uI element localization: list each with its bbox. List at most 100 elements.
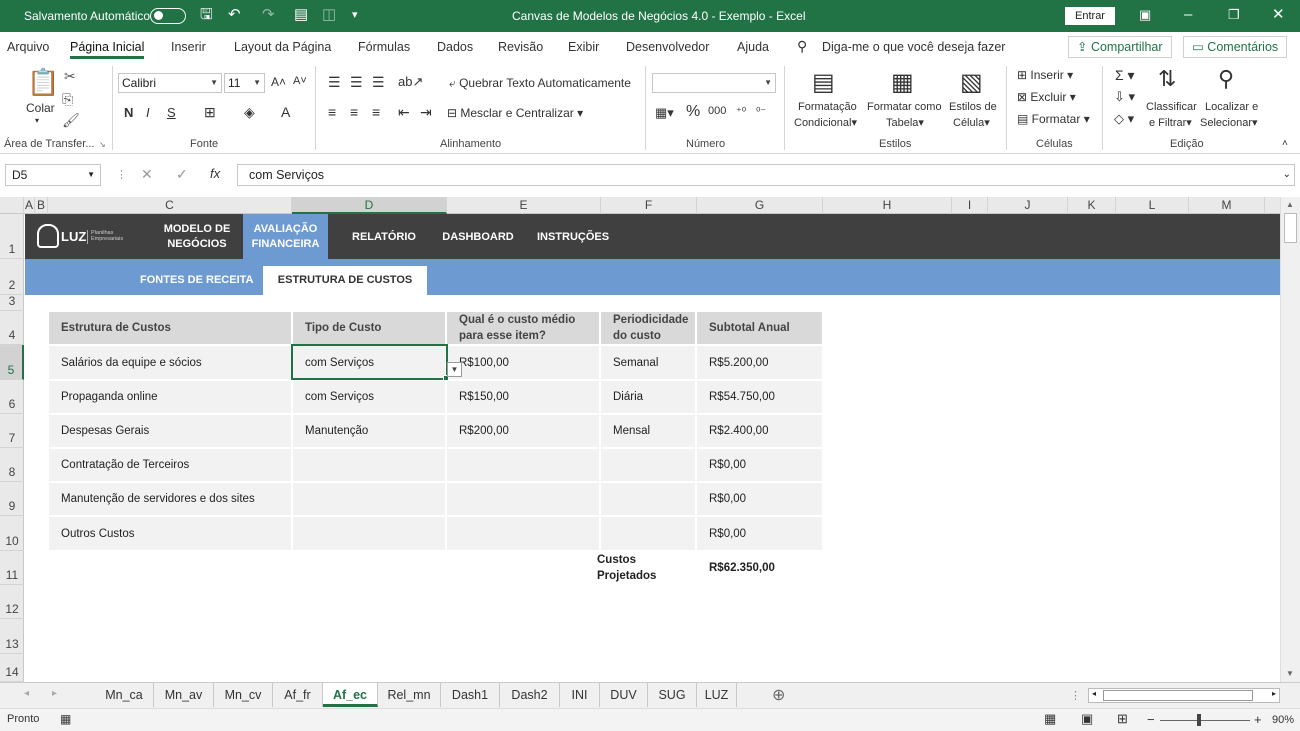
formula-input[interactable]: com Serviços ⌄: [237, 164, 1295, 186]
shrink-font-icon[interactable]: A˅: [293, 75, 307, 87]
periodicity-cell[interactable]: Diária: [601, 381, 695, 413]
enter-icon[interactable]: ✓: [176, 166, 188, 183]
collapse-ribbon-icon[interactable]: ˄: [1282, 138, 1288, 149]
new-sheet-icon[interactable]: ⊕: [772, 685, 785, 705]
name-box[interactable]: D5 ▼: [5, 164, 101, 186]
avg-cost-cell[interactable]: R$100,00: [447, 346, 599, 379]
font-name-combo[interactable]: Calibri ▼: [118, 73, 222, 93]
page-break-view-icon[interactable]: ⊞: [1117, 711, 1128, 727]
tab-ajuda[interactable]: Ajuda: [737, 40, 769, 54]
active-cell-d5[interactable]: [291, 344, 448, 380]
worksheet[interactable]: LUZ Planilhas Empresariais MODELO DE NEGÓ…: [25, 214, 1280, 682]
decrease-indent-icon[interactable]: ⇤: [398, 104, 410, 121]
insert-function-icon[interactable]: fx: [210, 166, 220, 181]
cost-type-cell[interactable]: [293, 449, 445, 481]
tab-exibir[interactable]: Exibir: [568, 40, 599, 54]
nav-modelo-negocios[interactable]: MODELO DE NEGÓCIOS: [155, 222, 239, 252]
avg-cost-cell[interactable]: [447, 449, 599, 481]
row-header[interactable]: 9: [0, 482, 24, 516]
subtotal-cell[interactable]: R$5.200,00: [697, 346, 822, 379]
sheet-tab-af-fr[interactable]: Af_fr: [273, 683, 323, 707]
font-size-combo[interactable]: 11 ▼: [224, 73, 265, 93]
number-format-combo[interactable]: ▼: [652, 73, 776, 93]
row-header[interactable]: 5: [0, 345, 24, 380]
format-painter-icon[interactable]: 🖌: [62, 112, 80, 128]
close-icon[interactable]: ✕: [1272, 6, 1285, 24]
tab-desenvolvedor[interactable]: Desenvolvedor: [626, 40, 709, 54]
print-preview-icon[interactable]: ▤: [294, 6, 308, 24]
scroll-down-icon[interactable]: ▼: [1286, 669, 1294, 678]
periodicity-cell[interactable]: Mensal: [601, 415, 695, 447]
paste-label[interactable]: Colar: [26, 101, 55, 115]
increase-decimal-icon[interactable]: ⁺⁰: [736, 105, 746, 118]
increase-indent-icon[interactable]: ⇥: [420, 104, 432, 121]
fill-color-icon[interactable]: ◈: [244, 104, 255, 121]
avg-cost-cell[interactable]: R$200,00: [447, 415, 599, 447]
grow-font-icon[interactable]: A˄: [271, 75, 286, 89]
sheet-tab-ini[interactable]: INI: [560, 683, 600, 707]
periodicity-cell[interactable]: [601, 449, 695, 481]
sheet-tab-luz[interactable]: LUZ: [697, 683, 737, 707]
row-header[interactable]: 4: [0, 311, 24, 345]
subtab-fontes-receita[interactable]: FONTES DE RECEITA: [140, 274, 253, 286]
cut-icon[interactable]: ✂: [64, 68, 76, 84]
col-header-j[interactable]: J: [988, 197, 1068, 214]
row-header[interactable]: 3: [0, 294, 24, 311]
format-table-line1[interactable]: Formatar como: [867, 101, 942, 113]
sort-filter-icon[interactable]: ⇅: [1158, 66, 1176, 92]
minimize-icon[interactable]: –: [1184, 6, 1192, 24]
insert-cells-button[interactable]: ⊞ Inserir ▾: [1017, 68, 1073, 82]
save-icon[interactable]: 🖫: [200, 6, 213, 24]
fill-icon[interactable]: ⇩ ▾: [1114, 89, 1135, 105]
nav-instrucoes[interactable]: INSTRUÇÕES: [534, 230, 612, 245]
cell-styles-icon[interactable]: ▧: [960, 68, 983, 97]
tab-layout[interactable]: Layout da Página: [234, 40, 331, 54]
scroll-thumb[interactable]: [1103, 690, 1253, 701]
normal-view-icon[interactable]: ▦: [1044, 711, 1056, 727]
decrease-decimal-icon[interactable]: ⁰⁻: [756, 105, 766, 118]
zoom-thumb[interactable]: [1197, 714, 1201, 726]
validation-dropdown-button[interactable]: ▼: [447, 362, 462, 377]
tab-pagina-inicial[interactable]: Página Inicial: [70, 40, 145, 59]
cost-item-cell[interactable]: Despesas Gerais: [49, 415, 291, 447]
subtotal-cell[interactable]: R$2.400,00: [697, 415, 822, 447]
italic-button[interactable]: I: [146, 105, 150, 120]
scroll-left-icon[interactable]: ◂: [1092, 689, 1096, 698]
align-bottom-icon[interactable]: ☰: [372, 74, 385, 91]
col-header-h[interactable]: H: [823, 197, 952, 214]
underline-button[interactable]: S: [167, 105, 176, 120]
find-select-line2[interactable]: Selecionar▾: [1200, 116, 1258, 129]
conditional-format-line2[interactable]: Condicional▾: [794, 116, 857, 129]
align-top-icon[interactable]: ☰: [328, 74, 341, 91]
col-header-m[interactable]: M: [1189, 197, 1265, 214]
accounting-format-icon[interactable]: ▦▾: [655, 105, 674, 121]
tab-dados[interactable]: Dados: [437, 40, 473, 54]
delete-cells-button[interactable]: ⊠ Excluir ▾: [1017, 90, 1076, 104]
cancel-icon[interactable]: ✕: [141, 166, 153, 183]
col-header-a[interactable]: A: [24, 197, 35, 214]
sheet-tab-sug[interactable]: SUG: [648, 683, 697, 707]
scroll-right-icon[interactable]: ▸: [1272, 689, 1276, 698]
tab-arquivo[interactable]: Arquivo: [7, 40, 49, 54]
periodicity-cell[interactable]: [601, 517, 695, 550]
subtotal-cell[interactable]: R$0,00: [697, 483, 822, 515]
row-header[interactable]: 14: [0, 654, 24, 682]
sheet-tab-mn-cv[interactable]: Mn_cv: [214, 683, 273, 707]
autosave-toggle[interactable]: [150, 8, 186, 24]
autosum-icon[interactable]: Σ ▾: [1115, 67, 1135, 84]
subtab-estrutura-custos[interactable]: ESTRUTURA DE CUSTOS: [263, 266, 427, 295]
font-color-icon[interactable]: A: [281, 104, 290, 120]
cell-styles-line2[interactable]: Célula▾: [953, 116, 990, 129]
redo-icon[interactable]: ↷: [262, 6, 275, 24]
cost-type-cell[interactable]: com Serviços: [293, 381, 445, 413]
undo-icon[interactable]: ↶: [228, 6, 241, 24]
clipboard-launcher-icon[interactable]: ↘: [99, 140, 106, 149]
align-left-icon[interactable]: ≡: [328, 104, 336, 120]
row-header[interactable]: 12: [0, 585, 24, 619]
sort-filter-line2[interactable]: e Filtrar▾: [1149, 116, 1192, 129]
page-layout-view-icon[interactable]: ▣: [1081, 711, 1093, 727]
expand-formula-icon[interactable]: ⌄: [1283, 165, 1291, 185]
cost-item-cell[interactable]: Contratação de Terceiros: [49, 449, 291, 481]
row-header[interactable]: 11: [0, 551, 24, 585]
sheet-tab-af-ec[interactable]: Af_ec: [323, 683, 378, 707]
